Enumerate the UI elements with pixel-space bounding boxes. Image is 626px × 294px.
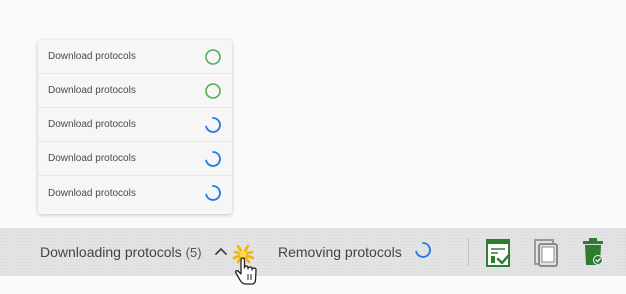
trash-icon	[578, 236, 608, 268]
circle-done-icon	[204, 48, 222, 66]
downloading-label: Downloading protocols	[40, 244, 182, 260]
spinner-icon	[204, 150, 222, 168]
spinner-icon	[204, 184, 222, 202]
spinner-icon	[402, 241, 432, 264]
removing-label: Removing protocols	[278, 244, 402, 260]
divider	[468, 238, 469, 266]
list-item-label: Download protocols	[48, 153, 136, 164]
status-bar: Downloading protocols (5) Removing proto…	[0, 228, 626, 276]
removing-status: Removing protocols	[278, 228, 432, 276]
list-item[interactable]: Download protocols	[38, 142, 232, 176]
list-item-label: Download protocols	[48, 187, 136, 199]
list-item[interactable]: Download protocols	[38, 176, 232, 210]
pointer-cursor-icon	[226, 244, 266, 294]
list-item-label: Download protocols	[48, 51, 136, 62]
list-item[interactable]: Download protocols	[38, 74, 232, 108]
chevron-up-icon[interactable]	[202, 243, 228, 261]
list-item-label: Download protocols	[48, 119, 136, 130]
downloading-count: (5)	[185, 244, 202, 260]
list-item-label: Download protocols	[48, 85, 136, 96]
list-item[interactable]: Download protocols	[38, 40, 232, 74]
checklist-doc-icon	[484, 236, 514, 268]
downloading-status[interactable]: Downloading protocols (5)	[40, 228, 228, 276]
download-popup: Download protocols Download protocols Do…	[38, 40, 232, 214]
circle-done-icon	[204, 82, 222, 100]
spinner-icon	[204, 116, 222, 134]
checklist-doc-button[interactable]	[484, 236, 514, 268]
trash-button[interactable]	[578, 236, 608, 268]
tablet-button[interactable]	[531, 236, 561, 268]
list-item[interactable]: Download protocols	[38, 108, 232, 142]
tablet-icon	[531, 236, 561, 268]
